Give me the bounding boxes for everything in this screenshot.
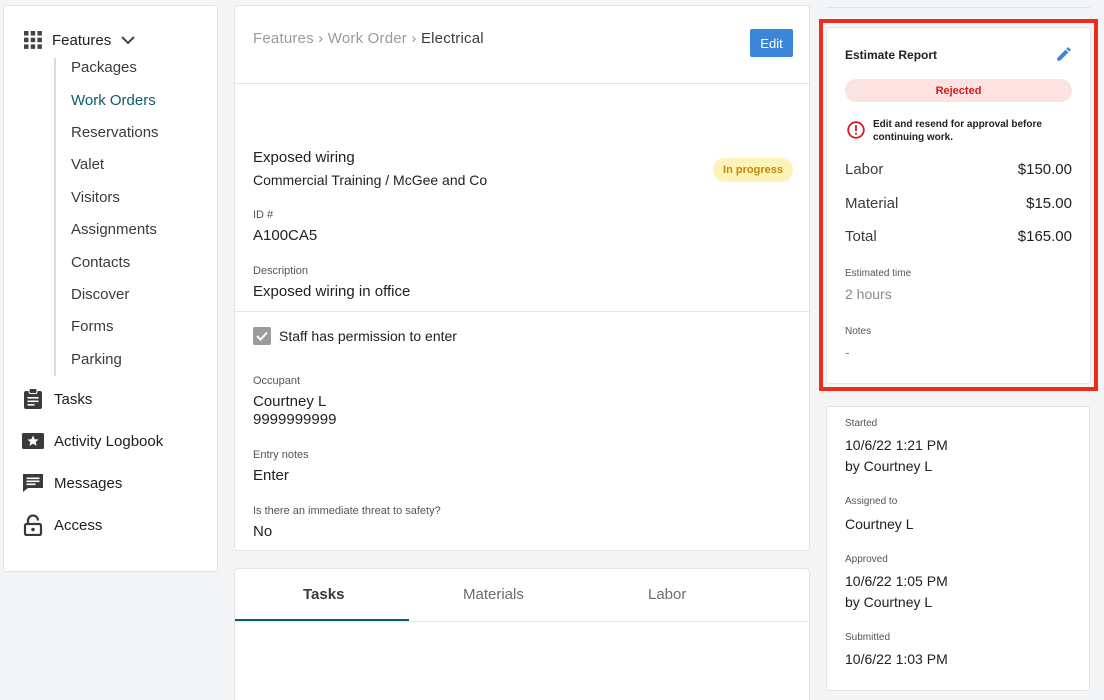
sidebar-item-valet[interactable]: Valet (71, 156, 104, 173)
sidebar-item-discover[interactable]: Discover (71, 286, 129, 303)
sidebar-item-tasks[interactable]: Tasks (22, 388, 92, 410)
grid-icon (24, 31, 42, 49)
permission-label: Staff has permission to enter (279, 328, 457, 344)
description-value: Exposed wiring in office (253, 283, 411, 300)
sidebar: Features Packages Work Orders Reservations… (3, 5, 218, 572)
breadcrumb-separator: › (318, 30, 324, 47)
id-value: A100CA5 (253, 227, 318, 244)
sidebar-item-reservations[interactable]: Reservations (71, 124, 159, 141)
breadcrumb-work-order[interactable]: Work Order (328, 30, 407, 47)
sidebar-item-forms[interactable]: Forms (71, 318, 114, 335)
approved-label: Approved (845, 554, 888, 565)
entry-notes-label: Entry notes (253, 449, 309, 461)
started-label: Started (845, 418, 878, 429)
threat-value: No (253, 523, 273, 540)
started-date: 10/6/22 1:21 PM (845, 437, 948, 453)
threat-label: Is there an immediate threat to safety? (253, 505, 441, 517)
clipboard-icon (22, 388, 44, 410)
assigned-label: Assigned to (845, 496, 898, 507)
sidebar-item-parking[interactable]: Parking (71, 351, 122, 368)
message-icon (22, 472, 44, 494)
tab-labor[interactable]: Labor (648, 586, 686, 603)
description-label: Description (253, 265, 309, 277)
features-toggle[interactable]: Features (24, 31, 145, 49)
features-label: Features (52, 31, 112, 49)
chevron-down-icon (121, 36, 135, 45)
sidebar-item-contacts[interactable]: Contacts (71, 254, 130, 271)
breadcrumb-current: Electrical (420, 30, 484, 47)
tab-materials[interactable]: Materials (463, 586, 524, 603)
sidebar-item-label: Access (54, 516, 103, 534)
permission-checkbox[interactable] (253, 327, 271, 345)
tab-tasks[interactable]: Tasks (303, 586, 344, 603)
sidebar-item-messages[interactable]: Messages (22, 472, 122, 494)
timeline-card: Started 10/6/22 1:21 PM by Courtney L As… (826, 406, 1090, 691)
check-icon (256, 331, 268, 341)
sidebar-item-packages[interactable]: Packages (71, 59, 137, 76)
work-order-subtitle: Commercial Training / McGee and Co (253, 172, 488, 188)
occupant-phone: 9999999999 (253, 411, 337, 428)
work-order-card: Features › Work Order › Electrical Edit … (234, 5, 810, 551)
subnav-line (54, 58, 56, 376)
sidebar-item-activity-logbook[interactable]: Activity Logbook (22, 430, 163, 452)
approved-date: 10/6/22 1:05 PM (845, 573, 948, 589)
sidebar-item-visitors[interactable]: Visitors (71, 189, 120, 206)
tabs-card: Tasks Materials Labor (234, 568, 810, 700)
sidebar-item-work-orders[interactable]: Work Orders (71, 92, 156, 109)
divider (235, 83, 809, 84)
id-label: ID # (253, 209, 274, 221)
approved-by: by Courtney L (845, 594, 933, 610)
sidebar-item-label: Tasks (54, 390, 93, 408)
lock-icon (22, 514, 44, 536)
status-badge: In progress (713, 158, 793, 182)
sidebar-item-access[interactable]: Access (22, 514, 102, 536)
occupant-name: Courtney L (253, 393, 327, 410)
breadcrumb: Features › Work Order › Electrical (253, 30, 484, 47)
sidebar-item-label: Messages (54, 474, 123, 492)
divider (235, 311, 809, 312)
edit-button[interactable]: Edit (750, 29, 793, 57)
highlight-box (819, 19, 1098, 391)
sidebar-item-label: Activity Logbook (54, 432, 164, 450)
assigned-value: Courtney L (845, 516, 914, 532)
occupant-label: Occupant (253, 375, 301, 387)
entry-notes-value: Enter (253, 467, 289, 484)
submitted-date: 10/6/22 1:03 PM (845, 651, 948, 667)
sidebar-item-assignments[interactable]: Assignments (71, 221, 157, 238)
started-by: by Courtney L (845, 458, 933, 474)
divider (235, 621, 809, 622)
top-card-stub (826, 0, 1090, 8)
breadcrumb-separator: › (411, 30, 417, 47)
submitted-label: Submitted (845, 632, 891, 643)
logbook-icon (22, 430, 44, 452)
breadcrumb-features[interactable]: Features (253, 30, 314, 47)
work-order-title: Exposed wiring (253, 149, 355, 166)
